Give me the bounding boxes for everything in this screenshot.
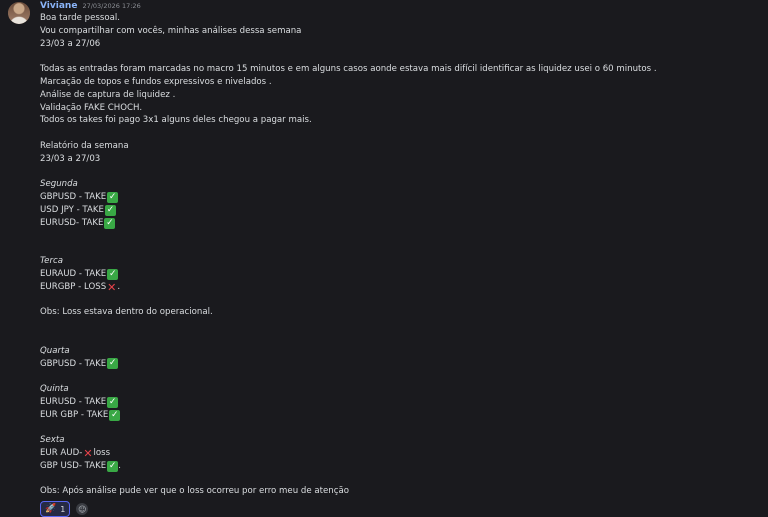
trade-line: GBPUSD - TAKE ✓ [40,358,760,371]
reactions-bar: 🚀 1 ☺ [40,501,89,517]
cross-icon: ✕ [107,280,117,294]
trade-suffix: . [118,460,121,471]
day-heading: Terca [40,256,63,267]
trade-line: EURGBP - LOSS ✕. [40,281,760,294]
message-line: Boa tarde pessoal. [40,13,120,23]
message-line: Validação FAKE CHOCH. [40,102,143,113]
message-line: 23/03 a 27/03 [40,153,101,164]
cross-icon: ✕ [83,446,93,460]
message-line: Obs: Após análise pude ver que o loss oc… [40,486,349,497]
message-line: Análise de captura de liquidez . [40,89,176,100]
message-line: Relatório da semana [40,140,129,151]
avatar[interactable] [8,2,30,24]
check-icon: ✓ [107,460,119,472]
day-heading: Segunda [40,179,78,190]
message-line: Vou compartilhar com vocês, minhas análi… [40,25,302,36]
trade-suffix: . [117,281,121,292]
day-heading: Sexta [40,435,65,446]
message-line: Todas as entradas foram marcadas no macr… [40,64,657,75]
check-icon: ✓ [107,396,119,408]
trade-suffix: loss [93,448,111,459]
trade-text: GBPUSD - TAKE [40,358,107,369]
check-icon: ✓ [104,217,116,229]
check-icon: ✓ [107,192,119,204]
trade-text: EURAUD - TAKE [40,268,107,279]
trade-line: GBPUSD - TAKE ✓ [40,191,760,204]
trade-text: GBPUSD - TAKE [40,192,107,203]
rocket-icon: 🚀 [45,504,57,514]
reaction-count: 1 [60,504,66,514]
trade-line: EURUSD- TAKE ✓ [40,217,760,230]
trade-text: EURUSD - TAKE [40,396,107,407]
trade-text: USD JPY - TAKE [40,204,104,215]
trade-line: EUR GBP - TAKE ✓ [40,409,760,422]
timestamp: 27/03/2026 17:26 [82,2,141,10]
add-reaction-icon[interactable]: ☺ [76,503,89,515]
username[interactable]: Viviane [40,1,77,11]
trade-line: EURUSD - TAKE ✓ [40,396,760,409]
check-icon: ✓ [104,204,116,216]
message-line: Todos os takes foi pago 3x1 alguns deles… [40,115,312,126]
check-icon: ✓ [107,358,119,370]
chat-message: Viviane 27/03/2026 17:26 Boa tarde pesso… [0,0,768,517]
day-heading: Quinta [40,384,69,395]
day-heading: Quarta [40,345,70,356]
message-line: Obs: Loss estava dentro do operacional. [40,307,213,318]
trade-line: GBP USD- TAKE ✓. [40,460,760,473]
trade-text: EUR GBP - TAKE [40,409,109,420]
trade-line: USD JPY - TAKE ✓ [40,204,760,217]
trade-text: GBP USD- TAKE [40,460,107,471]
rocket-reaction[interactable]: 🚀 1 [40,501,71,517]
message-content: Boa tarde pessoal. Vou compartilhar com … [40,12,760,498]
check-icon: ✓ [109,409,121,421]
trade-text: EURUSD- TAKE [40,217,104,228]
trade-line: EUR AUD- ✕ loss [40,447,760,460]
trade-text: EURGBP - LOSS [40,281,107,292]
message-line: 23/03 a 27/06 [40,38,101,49]
trade-text: EUR AUD- [40,448,83,459]
message-line: Marcação de topos e fundos expressivos e… [40,76,272,87]
trade-line: EURAUD - TAKE ✓ [40,268,760,281]
check-icon: ✓ [107,268,119,280]
